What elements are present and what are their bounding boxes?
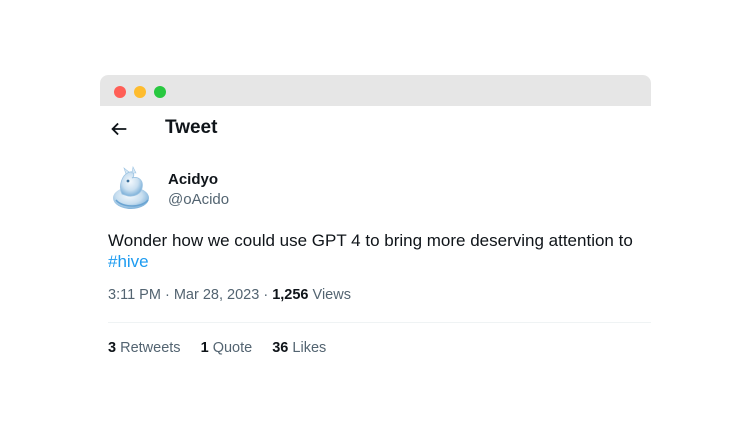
hashtag-link[interactable]: #hive — [108, 252, 149, 271]
views-label: Views — [312, 287, 351, 303]
tweet-date[interactable]: Mar 28, 2023 — [174, 287, 259, 303]
likes-count: 36 — [272, 340, 289, 356]
tweet-window: Tweet Acidyo @oAcido Wonder how we could… — [100, 75, 651, 375]
author-display-name[interactable]: Acidyo — [168, 171, 218, 188]
retweets-label: Retweets — [120, 340, 181, 356]
avatar-image — [108, 164, 156, 212]
quotes-label: Quote — [212, 340, 253, 356]
tweet-header: Tweet — [100, 116, 651, 142]
retweets-stat[interactable]: 3 Retweets — [108, 340, 181, 356]
quotes-count: 1 — [200, 340, 209, 356]
quotes-stat[interactable]: 1 Quote — [201, 340, 253, 356]
avatar[interactable] — [108, 164, 156, 212]
likes-label: Likes — [292, 340, 327, 356]
tweet-stats: 3 Retweets 1 Quote 36 Likes — [108, 340, 342, 356]
tweet-meta: 3:11 PM · Mar 28, 2023 · 1,256 Views — [108, 287, 351, 303]
window-close-button[interactable] — [114, 86, 126, 98]
window-maximize-button[interactable] — [154, 86, 166, 98]
views-count: 1,256 — [272, 287, 309, 303]
divider — [108, 322, 651, 323]
page-title: Tweet — [165, 117, 218, 138]
arrow-left-icon — [111, 122, 127, 136]
window-titlebar — [100, 75, 651, 106]
author-handle[interactable]: @oAcido — [168, 191, 229, 208]
meta-separator: · — [164, 287, 170, 303]
window-minimize-button[interactable] — [134, 86, 146, 98]
retweets-count: 3 — [108, 340, 117, 356]
likes-stat[interactable]: 36 Likes — [272, 340, 326, 356]
meta-separator: · — [263, 287, 269, 303]
tweet-body: Wonder how we could use GPT 4 to bring m… — [108, 231, 633, 250]
back-button[interactable] — [108, 118, 130, 140]
tweet-text: Wonder how we could use GPT 4 to bring m… — [108, 230, 651, 272]
tweet-time[interactable]: 3:11 PM — [108, 287, 161, 303]
